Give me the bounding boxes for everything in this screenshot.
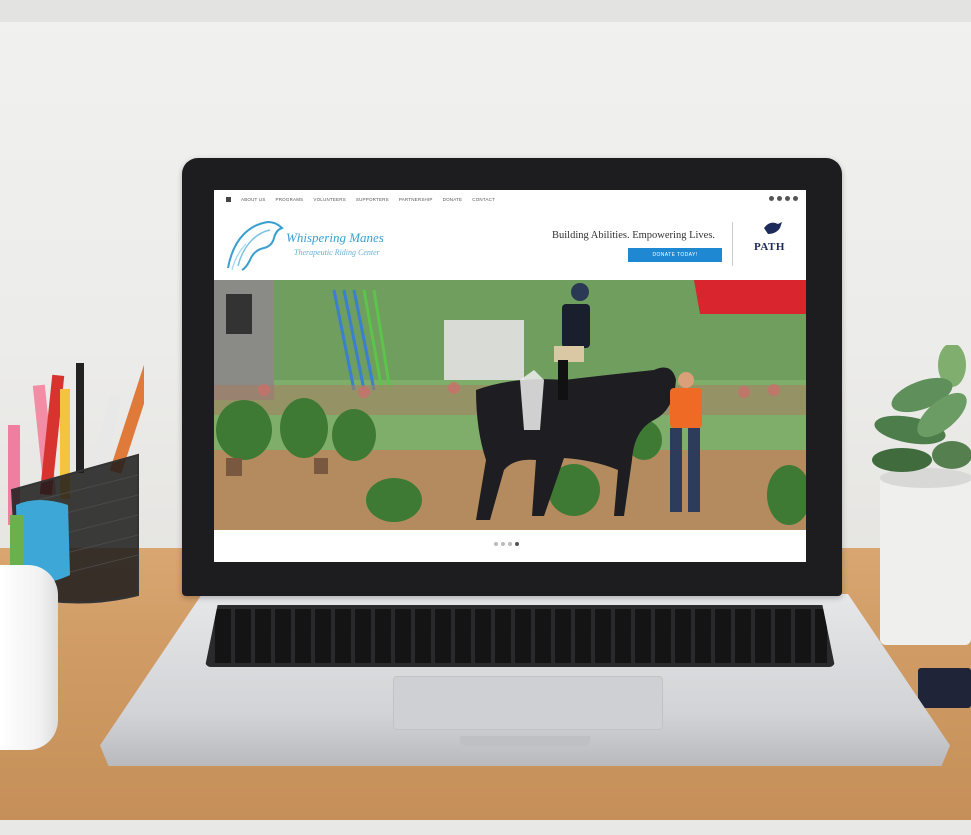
donate-button[interactable]: DONATE TODAY! [628,248,722,262]
header-divider [732,222,733,266]
succulent-plant [872,345,971,645]
hero-photo [214,280,806,530]
desk-edge [0,820,971,835]
logo-subtitle: Therapeutic Riding Center [294,248,380,257]
search-icon[interactable] [793,196,798,201]
nav-item-contact[interactable]: CONTACT [472,197,495,202]
nav-item-supporters[interactable]: SUPPORTERS [356,197,389,202]
logo-name: Whispering Manes [286,230,384,245]
white-mug [0,565,58,750]
nav-item-volunteers[interactable]: VOLUNTEERS [313,197,346,202]
slider-dots [494,542,519,546]
slider-dot[interactable] [494,542,498,546]
tagline: Building Abilities. Empowering Lives. [552,230,716,241]
laptop-trackpad [393,676,663,730]
horse-logo-icon[interactable] [224,216,288,272]
nav-item-partnership[interactable]: PARTNERSHIP [399,197,433,202]
social-icons [769,196,798,201]
instagram-icon[interactable] [785,196,790,201]
slider-dot-active[interactable] [515,542,519,546]
slider-dot[interactable] [501,542,505,546]
nav-item-about[interactable]: ABOUT US [241,197,266,202]
laptop-screen: ABOUT US PROGRAMS VOLUNTEERS SUPPORTERS … [214,190,806,562]
twitter-icon[interactable] [777,196,782,201]
nav-item-donate[interactable]: DONATE [443,197,463,202]
laptop-lip [460,736,590,746]
nav-item-programs[interactable]: PROGRAMS [276,197,304,202]
top-strip [0,0,971,22]
path-badge-text: PATH [754,241,785,253]
facebook-icon[interactable] [769,196,774,201]
laptop-keyboard [205,605,835,667]
site-nav: ABOUT US PROGRAMS VOLUNTEERS SUPPORTERS … [214,190,806,208]
home-icon[interactable] [226,196,231,202]
notebook [918,668,971,708]
slider-dot[interactable] [508,542,512,546]
site-header: Whispering Manes Therapeutic Riding Cent… [214,208,806,288]
